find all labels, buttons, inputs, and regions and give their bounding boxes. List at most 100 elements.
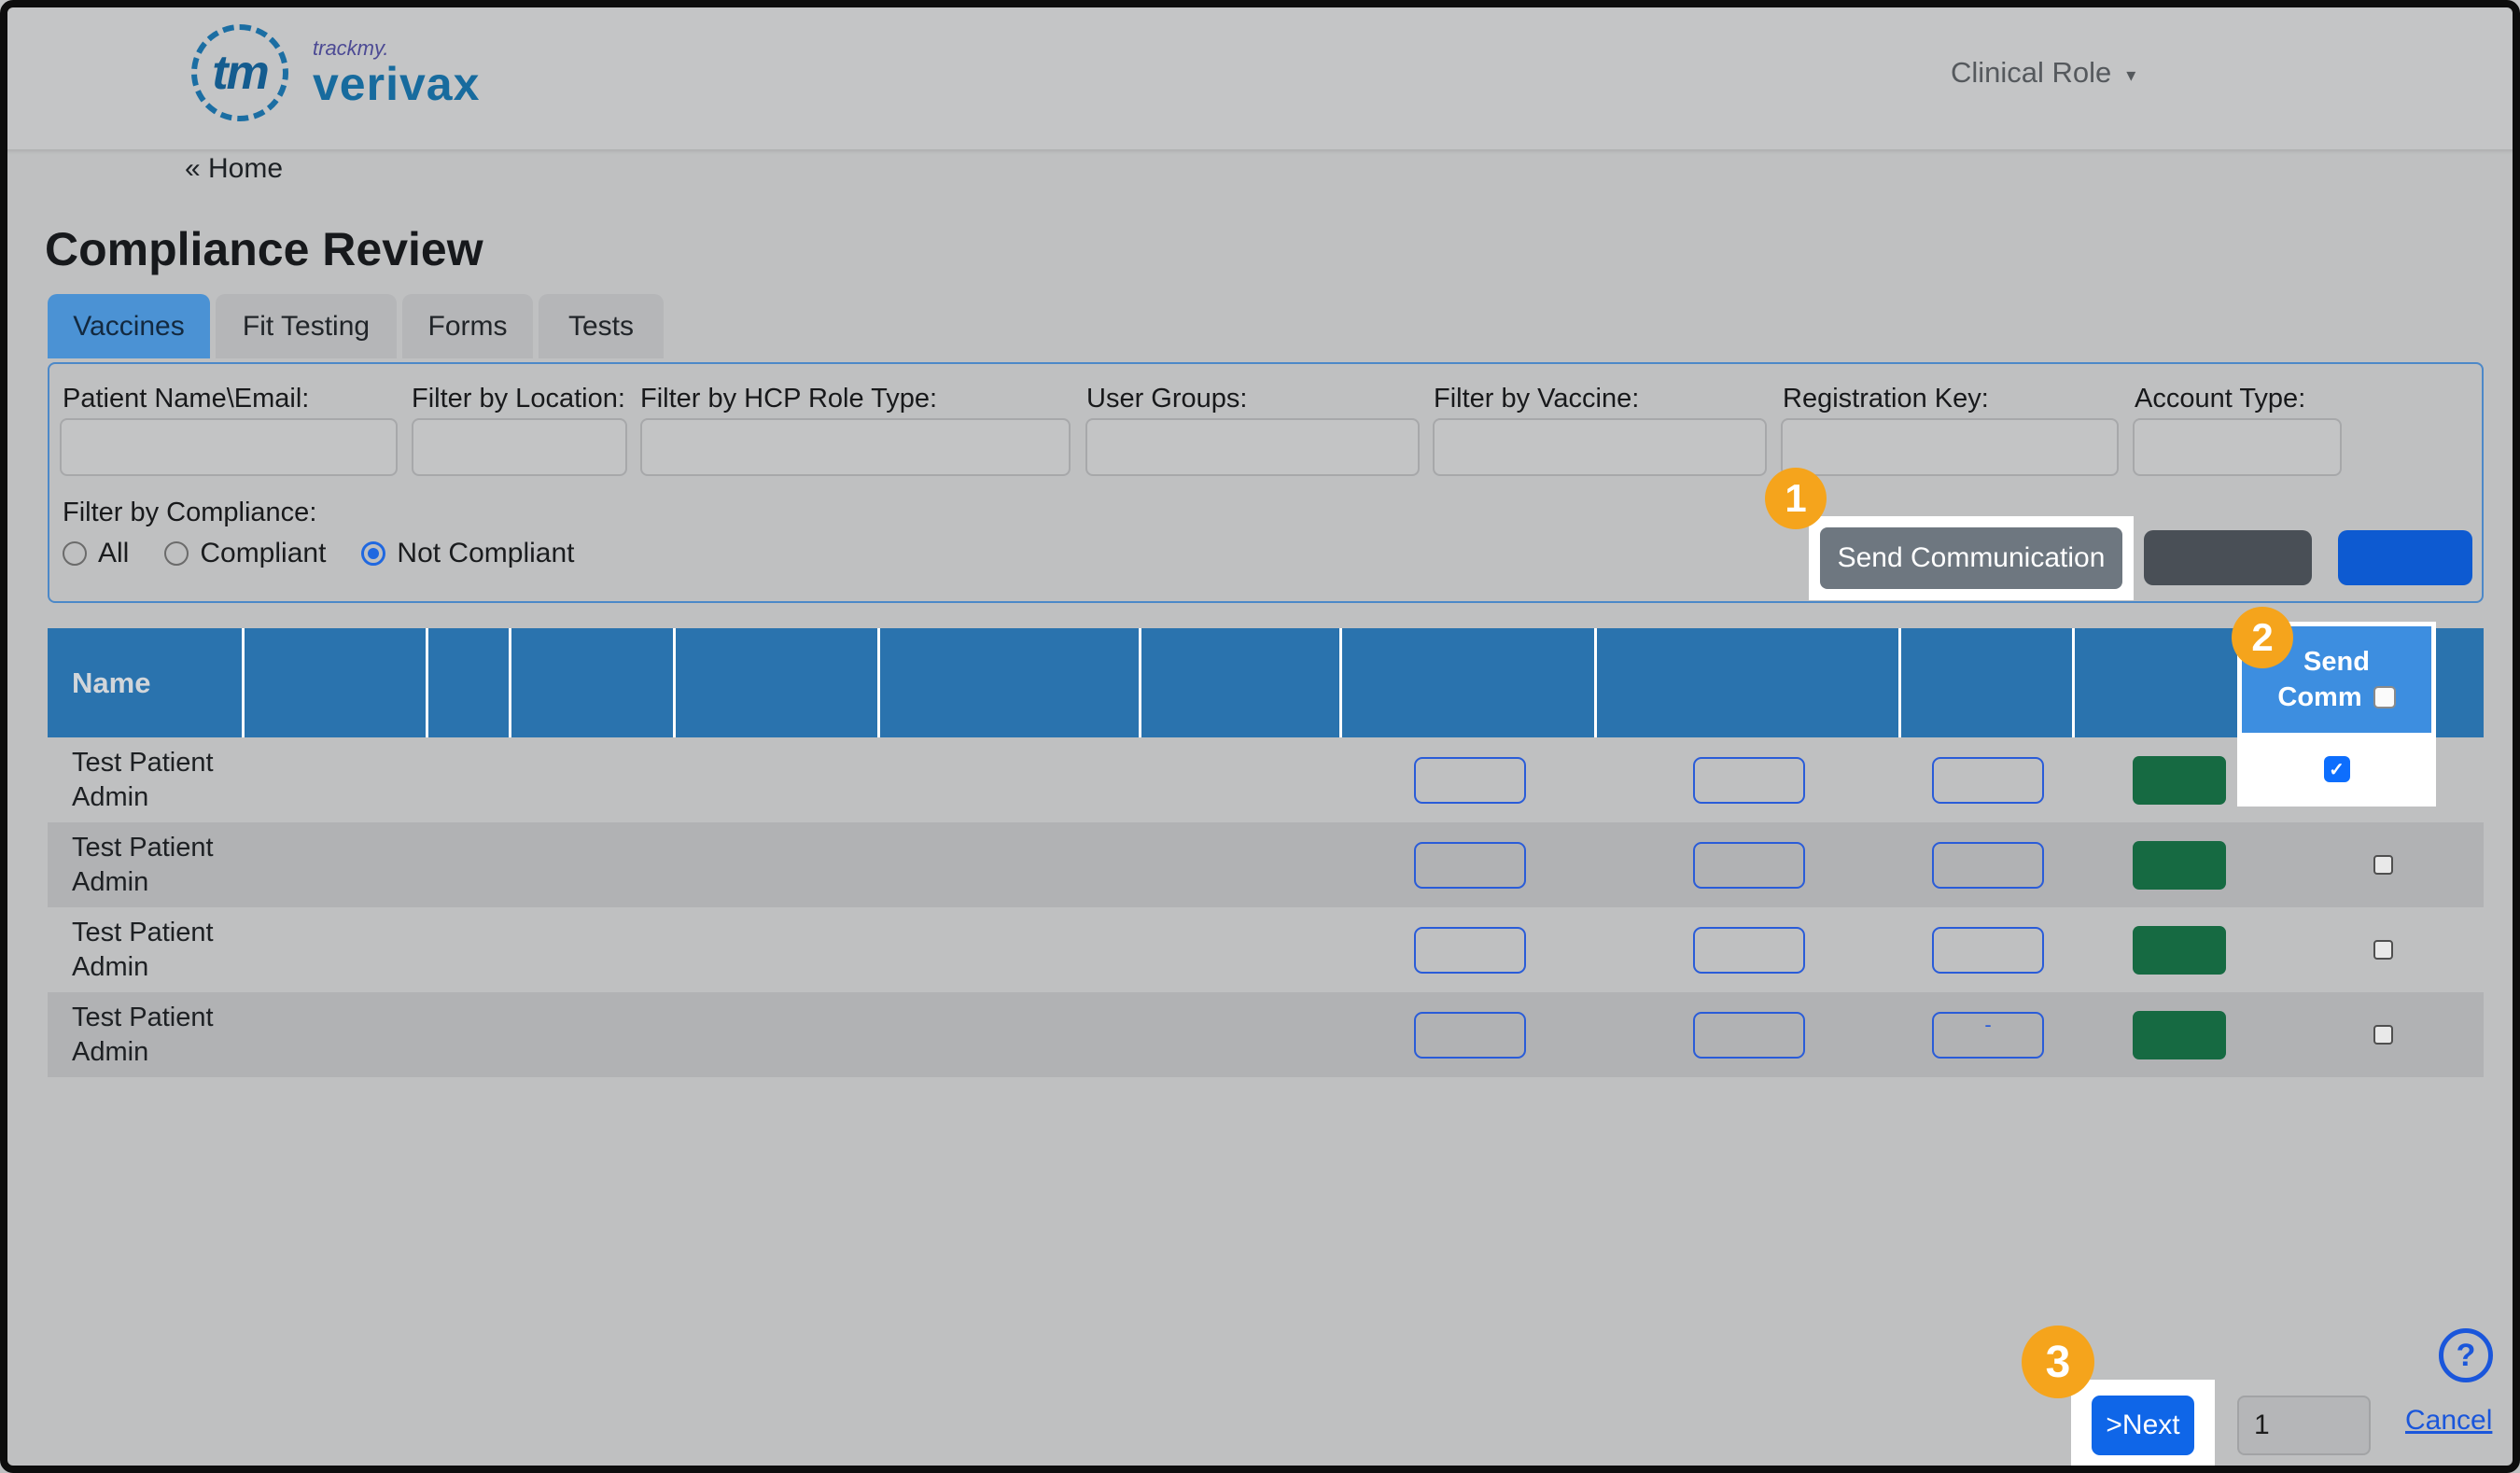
send-comm-checkbox[interactable] — [2373, 940, 2393, 960]
patient-name-cell: Test Patient Admin — [48, 822, 245, 907]
compliance-review-screen: tm trackmy. verivax Clinical Role ▾ « Ho… — [0, 0, 2520, 1473]
outline-action-button[interactable] — [1693, 757, 1805, 804]
outline-action-button[interactable] — [1693, 1012, 1805, 1059]
filter-by-location-label: Filter by Location: — [412, 384, 625, 414]
table-row: Test Patient Admin — [48, 822, 2484, 907]
filter-panel: Patient Name\Email: Filter by Location: … — [48, 362, 2484, 603]
outline-action-button[interactable]: - — [1932, 1012, 2044, 1059]
send-communication-highlight: Send Communication — [1809, 516, 2134, 600]
header-col-9 — [1597, 628, 1901, 737]
header-col-5 — [676, 628, 880, 737]
send-comm-checkbox[interactable] — [2373, 1025, 2393, 1045]
top-bar: tm trackmy. verivax Clinical Role ▾ — [0, 0, 2520, 149]
page-number-input[interactable] — [2237, 1396, 2371, 1455]
filter-by-vaccine-input[interactable] — [1433, 418, 1767, 476]
next-button-highlight: >Next — [2071, 1380, 2215, 1466]
logo-product-text: verivax — [313, 60, 480, 108]
user-groups-label: User Groups: — [1086, 384, 1247, 414]
page-title: Compliance Review — [45, 222, 483, 276]
radio-all[interactable]: All — [63, 538, 129, 569]
logo-trackmy-text: trackmy. — [313, 37, 480, 60]
green-status-button[interactable] — [2133, 756, 2226, 805]
outline-action-button[interactable] — [1414, 842, 1526, 889]
outline-action-button[interactable] — [1693, 842, 1805, 889]
cell-note: - — [1984, 1016, 1991, 1034]
green-status-button[interactable] — [2133, 1011, 2226, 1059]
unlabeled-dark-button[interactable] — [2144, 530, 2312, 585]
table-row: Test Patient Admin — [48, 737, 2484, 822]
patient-name-cell: Test Patient Admin — [48, 992, 245, 1077]
question-mark-glyph: ? — [2457, 1338, 2476, 1374]
patient-name-cell: Test Patient Admin — [48, 907, 245, 992]
radio-not-compliant-selected-icon[interactable] — [361, 541, 385, 566]
account-type-input[interactable] — [2133, 418, 2342, 476]
next-button[interactable]: >Next — [2092, 1396, 2194, 1455]
radio-compliant[interactable]: Compliant — [164, 538, 326, 569]
annotation-step-3-badge: 3 — [2022, 1326, 2094, 1398]
filter-by-hcp-role-type-label: Filter by HCP Role Type: — [640, 384, 937, 414]
header-col-3 — [428, 628, 511, 737]
send-comm-checkbox-checked[interactable]: ✓ — [2324, 756, 2350, 782]
annotation-step-2-badge: 2 — [2232, 607, 2293, 668]
send-comm-checkbox[interactable] — [2373, 855, 2393, 875]
outline-action-button[interactable] — [1693, 927, 1805, 974]
radio-not-compliant-label: Not Compliant — [397, 538, 574, 569]
send-comm-header-line2: Comm — [2277, 681, 2361, 713]
outline-action-button[interactable] — [1932, 927, 2044, 974]
annotation-step-1-badge: 1 — [1765, 468, 1827, 529]
filter-by-vaccine-label: Filter by Vaccine: — [1434, 384, 1639, 414]
user-groups-input[interactable] — [1085, 418, 1420, 476]
header-name: Name — [48, 628, 245, 737]
green-status-button[interactable] — [2133, 841, 2226, 890]
send-communication-button[interactable]: Send Communication — [1820, 527, 2122, 589]
header-col-6 — [880, 628, 1141, 737]
patient-name-cell: Test Patient Admin — [48, 737, 245, 822]
radio-not-compliant[interactable]: Not Compliant — [361, 538, 574, 569]
filter-by-hcp-role-type-input[interactable] — [640, 418, 1071, 476]
header-col-2 — [245, 628, 428, 737]
outline-action-button[interactable] — [1932, 842, 2044, 889]
outline-action-button[interactable] — [1414, 927, 1526, 974]
compliance-radio-group: All Compliant Not Compliant — [63, 538, 574, 569]
help-icon[interactable]: ? — [2439, 1328, 2493, 1382]
tab-fit-testing[interactable]: Fit Testing — [216, 294, 397, 358]
radio-all-circle-icon[interactable] — [63, 541, 87, 566]
trackmy-verivax-logo: tm trackmy. verivax — [191, 24, 480, 121]
header-col-4 — [511, 628, 676, 737]
select-all-checkbox[interactable] — [2373, 686, 2396, 708]
outline-action-button[interactable] — [1414, 757, 1526, 804]
registration-key-input[interactable] — [1781, 418, 2119, 476]
home-breadcrumb-link[interactable]: « Home — [185, 153, 283, 185]
header-col-10 — [1901, 628, 2075, 737]
radio-compliant-label: Compliant — [200, 538, 326, 569]
radio-compliant-circle-icon[interactable] — [164, 541, 189, 566]
role-selector-dropdown[interactable]: Clinical Role ▾ — [1951, 56, 2135, 90]
logo-wordmark: trackmy. verivax — [313, 37, 480, 108]
patient-name-email-input[interactable] — [60, 418, 398, 476]
green-status-button[interactable] — [2133, 926, 2226, 975]
outline-action-button[interactable] — [1932, 757, 2044, 804]
filter-by-location-input[interactable] — [412, 418, 627, 476]
tab-forms[interactable]: Forms — [402, 294, 533, 358]
caret-down-icon: ▾ — [2126, 60, 2135, 87]
radio-all-label: All — [98, 538, 129, 569]
filter-by-compliance-label: Filter by Compliance: — [63, 498, 316, 528]
unlabeled-blue-button[interactable] — [2338, 530, 2472, 585]
patient-name-email-label: Patient Name\Email: — [63, 384, 309, 414]
tab-vaccines[interactable]: Vaccines — [48, 294, 210, 358]
table-row: Test Patient Admin - — [48, 992, 2484, 1077]
table-row: Test Patient Admin — [48, 907, 2484, 992]
check-icon: ✓ — [2329, 758, 2345, 781]
outline-action-button[interactable] — [1414, 1012, 1526, 1059]
tab-tests[interactable]: Tests — [539, 294, 664, 358]
table-header-row: Name — [48, 628, 2484, 737]
header-col-8 — [1342, 628, 1597, 737]
compliance-table: Name Test Patient Admin — [48, 628, 2484, 1077]
account-type-label: Account Type: — [2135, 384, 2305, 414]
registration-key-label: Registration Key: — [1783, 384, 1989, 414]
logo-mark-text: tm — [212, 45, 268, 101]
tm-logo-icon: tm — [191, 24, 288, 121]
send-comm-header-line1: Send — [2303, 646, 2370, 678]
role-selector-label: Clinical Role — [1951, 56, 2111, 90]
cancel-link[interactable]: Cancel — [2405, 1405, 2492, 1437]
